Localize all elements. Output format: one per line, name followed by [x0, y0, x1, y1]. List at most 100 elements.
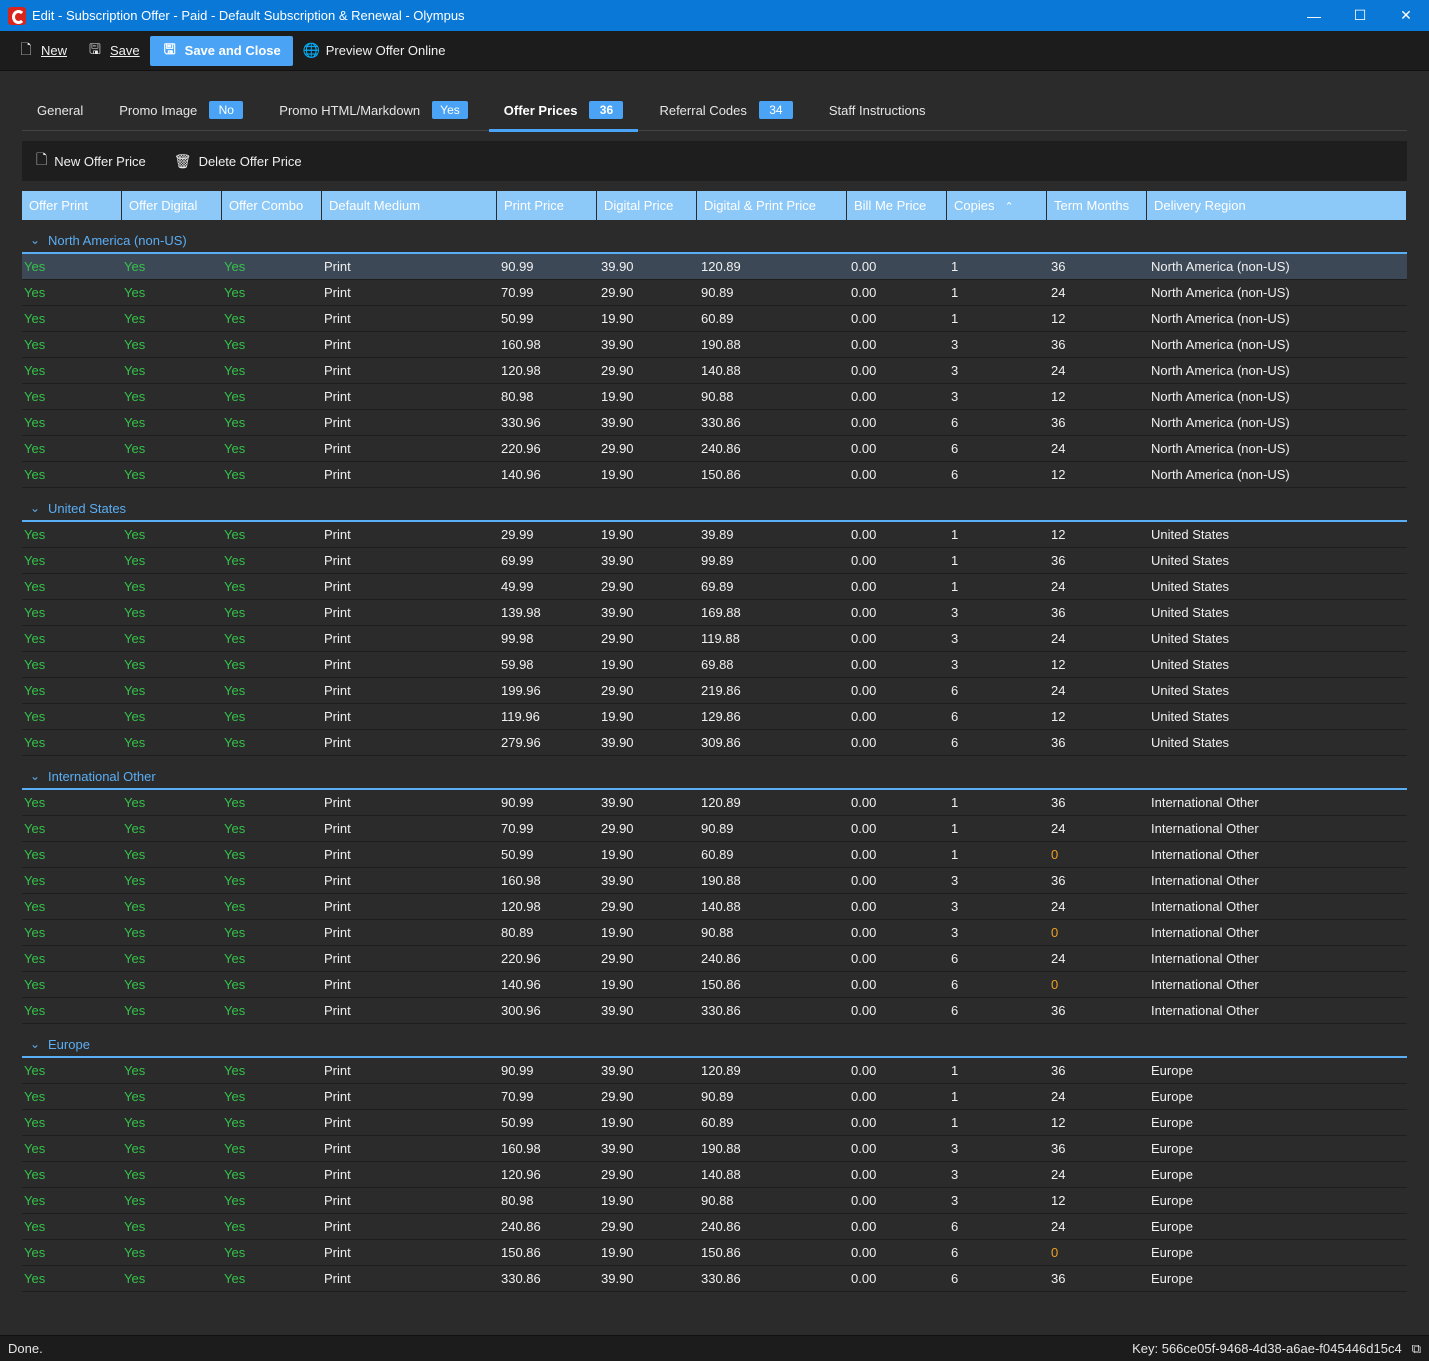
- cell-print-price: 49.99: [501, 578, 534, 594]
- group-row[interactable]: ⌄ Europe: [22, 1032, 1407, 1058]
- table-row[interactable]: Yes Yes Yes Print 120.98 29.90 140.88 0.00 3 24 In…: [22, 894, 1407, 920]
- chevron-down-icon[interactable]: ⌄: [22, 769, 48, 783]
- table-row[interactable]: Yes Yes Yes Print 70.99 29.90 90.89 0.00 1 24 Euro…: [22, 1084, 1407, 1110]
- cell-print-price: 80.98: [501, 1192, 534, 1208]
- delete-offer-price-button[interactable]: 🗑 Delete Offer Price: [174, 153, 302, 170]
- column-header-offer-combo[interactable]: Offer Combo: [222, 191, 322, 220]
- cell-bill-me-price: 0.00: [851, 552, 877, 568]
- cell-digital-print-price: 140.88: [701, 898, 741, 914]
- table-row[interactable]: Yes Yes Yes Print 199.96 29.90 219.86 0.00 6 24 Un…: [22, 678, 1407, 704]
- cell-digital-print-price: 90.88: [701, 388, 734, 404]
- tab-promo-image[interactable]: Promo Image No: [104, 92, 258, 128]
- table-row[interactable]: Yes Yes Yes Print 80.89 19.90 90.88 0.00 3 0 Inter…: [22, 920, 1407, 946]
- table-row[interactable]: Yes Yes Yes Print 220.96 29.90 240.86 0.00 6 24 No…: [22, 436, 1407, 462]
- cell-offer-print: Yes: [24, 258, 46, 274]
- table-row[interactable]: Yes Yes Yes Print 119.96 19.90 129.86 0.00 6 12 Un…: [22, 704, 1407, 730]
- cell-delivery-region: North America (non-US): [1151, 258, 1290, 274]
- table-row[interactable]: Yes Yes Yes Print 330.96 39.90 330.86 0.00 6 36 No…: [22, 410, 1407, 436]
- group-row[interactable]: ⌄ International Other: [22, 764, 1407, 790]
- table-row[interactable]: Yes Yes Yes Print 140.96 19.90 150.86 0.00 6 12 No…: [22, 462, 1407, 488]
- column-header-delivery-region[interactable]: Delivery Region: [1147, 191, 1407, 220]
- new-button[interactable]: 🗋 New: [8, 36, 77, 66]
- table-row[interactable]: Yes Yes Yes Print 160.98 39.90 190.88 0.00 3 36 No…: [22, 332, 1407, 358]
- preview-offer-button[interactable]: 🌐 Preview Offer Online: [293, 36, 456, 66]
- column-header-offer-digital[interactable]: Offer Digital: [122, 191, 222, 220]
- new-offer-price-label: New Offer Price: [54, 153, 146, 169]
- table-row[interactable]: Yes Yes Yes Print 120.98 29.90 140.88 0.00 3 24 No…: [22, 358, 1407, 384]
- cell-offer-combo: Yes: [224, 1062, 246, 1078]
- minimize-button[interactable]: —: [1291, 0, 1337, 31]
- table-row[interactable]: Yes Yes Yes Print 29.99 19.90 39.89 0.00 1 12 Unit…: [22, 522, 1407, 548]
- tab-promo-html-markdown[interactable]: Promo HTML/Markdown Yes: [264, 92, 482, 128]
- table-row[interactable]: Yes Yes Yes Print 279.96 39.90 309.86 0.00 6 36 Un…: [22, 730, 1407, 756]
- cell-delivery-region: North America (non-US): [1151, 440, 1290, 456]
- tab-staff-instructions[interactable]: Staff Instructions: [814, 92, 941, 128]
- cell-print-price: 69.99: [501, 552, 534, 568]
- record-key: Key: 566ce05f-9468-4d38-a6ae-f045446d15c…: [1132, 1341, 1421, 1357]
- table-row[interactable]: Yes Yes Yes Print 330.86 39.90 330.86 0.00 6 36 Eu…: [22, 1266, 1407, 1292]
- tab-general[interactable]: General: [22, 92, 98, 128]
- table-row[interactable]: Yes Yes Yes Print 300.96 39.90 330.86 0.00 6 36 In…: [22, 998, 1407, 1024]
- table-row[interactable]: Yes Yes Yes Print 80.98 19.90 90.88 0.00 3 12 Nort…: [22, 384, 1407, 410]
- chevron-down-icon[interactable]: ⌄: [22, 1037, 48, 1051]
- table-row[interactable]: Yes Yes Yes Print 70.99 29.90 90.89 0.00 1 24 Inte…: [22, 816, 1407, 842]
- column-header-bill-me-price[interactable]: Bill Me Price: [847, 191, 947, 220]
- cell-digital-print-price: 140.88: [701, 362, 741, 378]
- table-row[interactable]: Yes Yes Yes Print 99.98 29.90 119.88 0.00 3 24 Uni…: [22, 626, 1407, 652]
- tab-offer-prices[interactable]: Offer Prices 36: [488, 92, 639, 132]
- table-row[interactable]: Yes Yes Yes Print 240.86 29.90 240.86 0.00 6 24 Eu…: [22, 1214, 1407, 1240]
- table-row[interactable]: Yes Yes Yes Print 69.99 39.90 99.89 0.00 1 36 Unit…: [22, 548, 1407, 574]
- group-row[interactable]: ⌄ United States: [22, 496, 1407, 522]
- table-row[interactable]: Yes Yes Yes Print 70.99 29.90 90.89 0.00 1 24 Nort…: [22, 280, 1407, 306]
- column-header-digital-print-price[interactable]: Digital & Print Price: [697, 191, 847, 220]
- cell-digital-print-price: 60.89: [701, 310, 734, 326]
- table-row[interactable]: Yes Yes Yes Print 90.99 39.90 120.89 0.00 1 36 Eur…: [22, 1058, 1407, 1084]
- table-row[interactable]: Yes Yes Yes Print 150.86 19.90 150.86 0.00 6 0 Eur…: [22, 1240, 1407, 1266]
- column-header-copies[interactable]: Copies ⌃: [947, 191, 1047, 220]
- table-row[interactable]: Yes Yes Yes Print 90.99 39.90 120.89 0.00 1 36 Nor…: [22, 254, 1407, 280]
- cell-digital-price: 29.90: [601, 578, 634, 594]
- column-header-print-price[interactable]: Print Price: [497, 191, 597, 220]
- group-row[interactable]: ⌄ North America (non-US): [22, 228, 1407, 254]
- table-row[interactable]: Yes Yes Yes Print 80.98 19.90 90.88 0.00 3 12 Euro…: [22, 1188, 1407, 1214]
- column-header-digital-price[interactable]: Digital Price: [597, 191, 697, 220]
- cell-term-months: 24: [1051, 682, 1066, 698]
- table-row[interactable]: Yes Yes Yes Print 90.99 39.90 120.89 0.00 1 36 Int…: [22, 790, 1407, 816]
- cell-digital-price: 29.90: [601, 362, 634, 378]
- cell-digital-price: 39.90: [601, 1002, 634, 1018]
- table-row[interactable]: Yes Yes Yes Print 49.99 29.90 69.89 0.00 1 24 Unit…: [22, 574, 1407, 600]
- tab-referral-codes[interactable]: Referral Codes 34: [644, 92, 807, 128]
- save-button[interactable]: 🖫 Save: [77, 36, 150, 66]
- table-row[interactable]: Yes Yes Yes Print 160.98 39.90 190.88 0.00 3 36 Eu…: [22, 1136, 1407, 1162]
- cell-bill-me-price: 0.00: [851, 284, 877, 300]
- chevron-down-icon[interactable]: ⌄: [22, 501, 48, 515]
- cell-delivery-region: Europe: [1151, 1270, 1193, 1286]
- cell-offer-combo: Yes: [224, 630, 246, 646]
- cell-print-price: 240.86: [501, 1218, 541, 1234]
- cell-term-months: 0: [1051, 976, 1059, 992]
- table-row[interactable]: Yes Yes Yes Print 50.99 19.90 60.89 0.00 1 12 Nort…: [22, 306, 1407, 332]
- save-and-close-button[interactable]: 🖫 Save and Close: [149, 35, 293, 66]
- table-row[interactable]: Yes Yes Yes Print 139.98 39.90 169.88 0.00 3 36 Un…: [22, 600, 1407, 626]
- copy-icon[interactable]: ⧉: [1412, 1341, 1421, 1357]
- table-row[interactable]: Yes Yes Yes Print 120.96 29.90 140.88 0.00 3 24 Eu…: [22, 1162, 1407, 1188]
- cell-offer-digital: Yes: [124, 362, 146, 378]
- column-header-term-months[interactable]: Term Months: [1047, 191, 1147, 220]
- table-row[interactable]: Yes Yes Yes Print 140.96 19.90 150.86 0.00 6 0 Int…: [22, 972, 1407, 998]
- table-row[interactable]: Yes Yes Yes Print 59.98 19.90 69.88 0.00 3 12 Unit…: [22, 652, 1407, 678]
- chevron-down-icon[interactable]: ⌄: [22, 233, 48, 247]
- table-row[interactable]: Yes Yes Yes Print 220.96 29.90 240.86 0.00 6 24 In…: [22, 946, 1407, 972]
- cell-offer-combo: Yes: [224, 846, 246, 862]
- new-offer-price-button[interactable]: 🗋 New Offer Price: [36, 149, 146, 173]
- cell-default-medium: Print: [324, 336, 351, 352]
- cell-default-medium: Print: [324, 414, 351, 430]
- close-button[interactable]: ✕: [1383, 0, 1429, 31]
- cell-digital-print-price: 150.86: [701, 1244, 741, 1260]
- table-row[interactable]: Yes Yes Yes Print 50.99 19.90 60.89 0.00 1 12 Euro…: [22, 1110, 1407, 1136]
- maximize-button[interactable]: ☐: [1337, 0, 1383, 31]
- column-header-default-medium[interactable]: Default Medium: [322, 191, 497, 220]
- table-row[interactable]: Yes Yes Yes Print 50.99 19.90 60.89 0.00 1 0 Inter…: [22, 842, 1407, 868]
- table-row[interactable]: Yes Yes Yes Print 160.98 39.90 190.88 0.00 3 36 In…: [22, 868, 1407, 894]
- cell-delivery-region: North America (non-US): [1151, 362, 1290, 378]
- column-header-offer-print[interactable]: Offer Print: [22, 191, 122, 220]
